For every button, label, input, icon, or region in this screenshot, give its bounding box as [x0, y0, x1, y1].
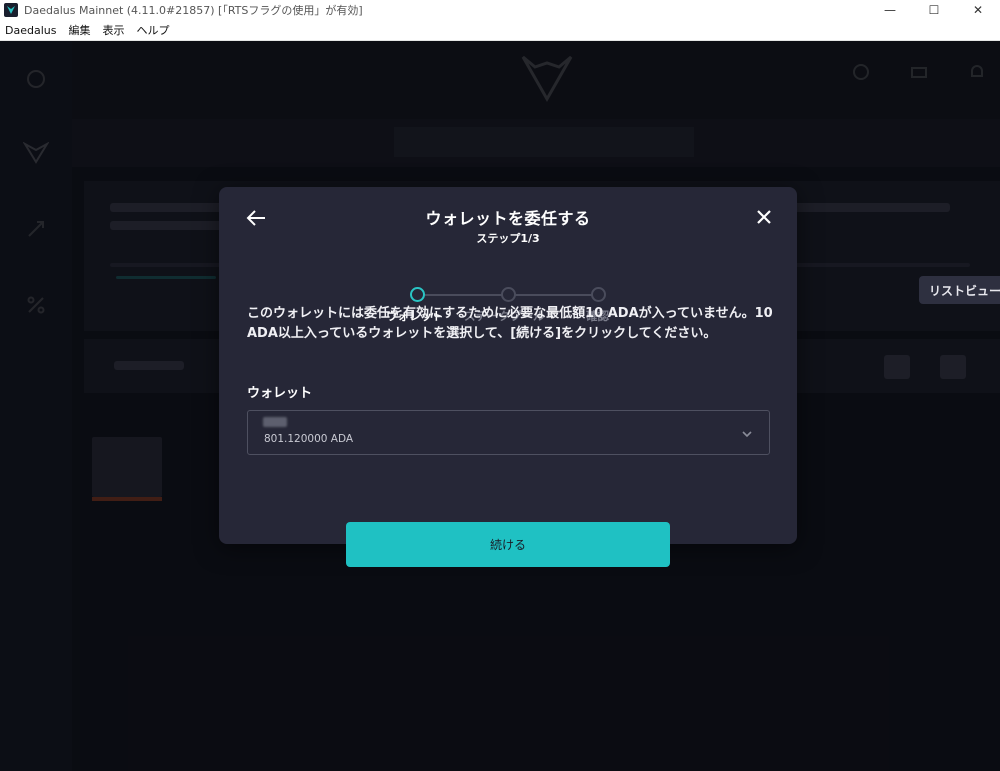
wallet-balance: 801.120000 ADA — [264, 433, 354, 445]
close-icon[interactable] — [755, 208, 773, 226]
menu-help[interactable]: ヘルプ — [131, 22, 176, 38]
window-close-button[interactable]: ✕ — [956, 0, 1000, 20]
menu-bar: Daedalus 編集 表示 ヘルプ — [0, 20, 1000, 41]
wallet-field-label: ウォレット — [247, 386, 313, 401]
minimum-balance-message: このウォレットには委任を有効にするために必要な最低額10 ADAが入っていません… — [247, 306, 773, 341]
step-dot-wallet — [410, 287, 425, 302]
dialog-title: ウォレットを委任する — [425, 209, 591, 228]
list-view-tooltip: リストビュー — [919, 276, 1000, 304]
maximize-button[interactable]: ☐ — [912, 0, 956, 20]
step-counter: ステップ1/3 — [476, 232, 540, 245]
menu-edit[interactable]: 編集 — [63, 22, 97, 38]
menu-view[interactable]: 表示 — [97, 22, 131, 38]
step-dot-stake-pool — [501, 287, 516, 302]
wallet-select[interactable]: 801.120000 ADA — [247, 410, 770, 455]
window-title: Daedalus Mainnet (4.11.0#21857) [「RTSフラグ… — [24, 4, 363, 17]
minimize-button[interactable]: — — [868, 0, 912, 20]
step-dot-confirm — [591, 287, 606, 302]
delegate-wallet-dialog: ウォレットを委任する ステップ1/3 ウォレット ステークプール 確認 このウォ… — [219, 187, 797, 567]
chevron-down-icon[interactable] — [741, 425, 753, 438]
wallet-name-redacted — [263, 417, 287, 427]
daedalus-app-icon — [4, 3, 18, 17]
window-titlebar: Daedalus Mainnet (4.11.0#21857) [「RTSフラグ… — [0, 0, 1000, 20]
continue-button[interactable]: 続ける — [346, 522, 670, 567]
menu-daedalus[interactable]: Daedalus — [0, 24, 63, 37]
